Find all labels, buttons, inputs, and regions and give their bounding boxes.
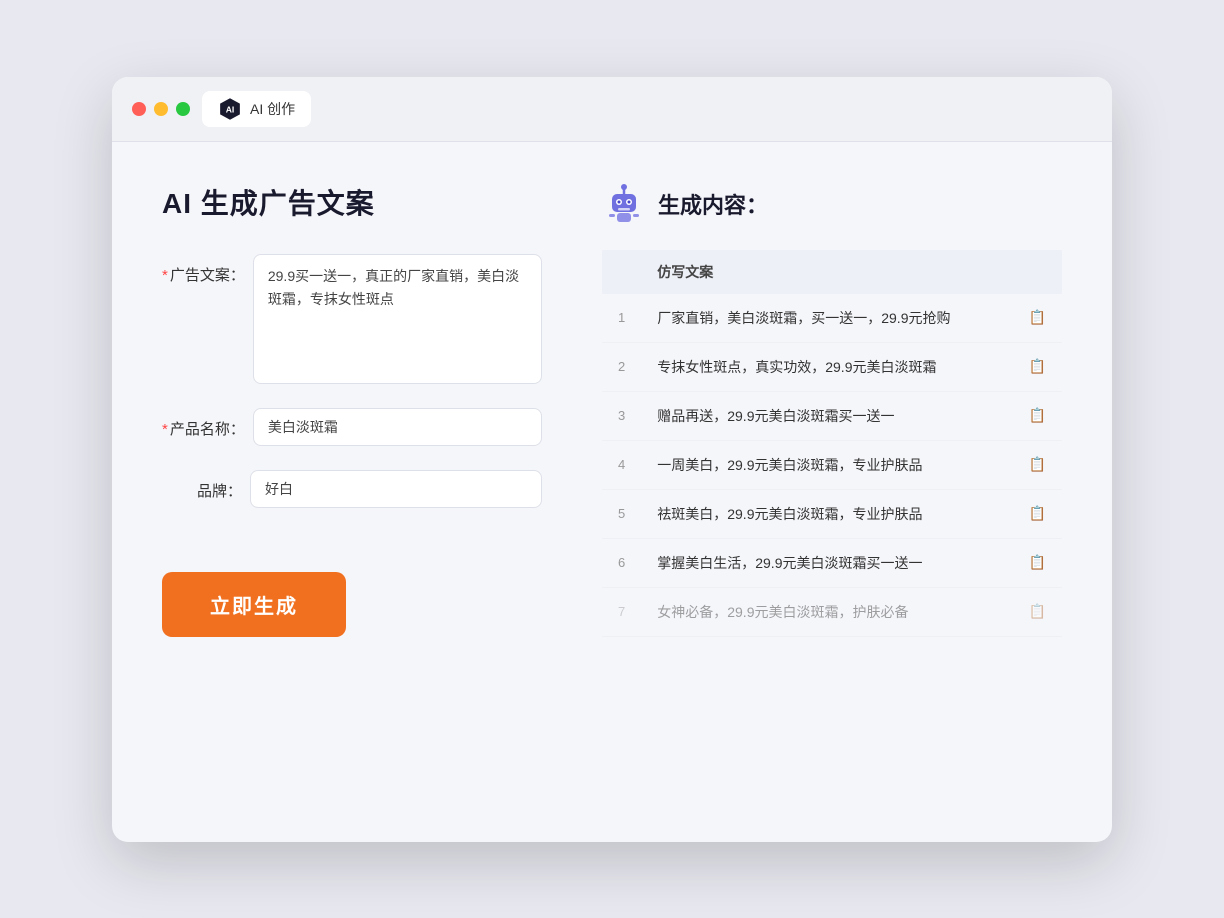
row-number: 5: [602, 489, 641, 538]
right-panel: 生成内容： 仿写文案 1厂家直销，美白淡斑霜，买一送一，29.9元抢购📋2专抹女…: [602, 182, 1062, 802]
generate-button[interactable]: 立即生成: [162, 572, 346, 637]
product-name-input[interactable]: [253, 408, 542, 446]
ad-copy-field-group: *广告文案：: [162, 254, 542, 384]
copy-button[interactable]: 📋: [1006, 294, 1062, 343]
maximize-button[interactable]: [176, 102, 190, 116]
row-text: 赠品再送，29.9元美白淡斑霜买一送一: [641, 391, 1006, 440]
results-table: 仿写文案 1厂家直销，美白淡斑霜，买一送一，29.9元抢购📋2专抹女性斑点，真实…: [602, 250, 1062, 637]
ad-copy-label: *广告文案：: [162, 254, 245, 285]
row-text: 专抹女性斑点，真实功效，29.9元美白淡斑霜: [641, 342, 1006, 391]
table-row: 4一周美白，29.9元美白淡斑霜，专业护肤品📋: [602, 440, 1062, 489]
titlebar: AI AI 创作: [112, 77, 1112, 142]
product-name-label: *产品名称：: [162, 408, 245, 439]
row-text: 祛斑美白，29.9元美白淡斑霜，专业护肤品: [641, 489, 1006, 538]
row-text: 掌握美白生活，29.9元美白淡斑霜买一送一: [641, 538, 1006, 587]
tab-ai-create[interactable]: AI AI 创作: [202, 91, 311, 127]
row-text: 一周美白，29.9元美白淡斑霜，专业护肤品: [641, 440, 1006, 489]
row-number: 1: [602, 294, 641, 343]
ai-tab-icon: AI: [218, 97, 242, 121]
row-text: 女神必备，29.9元美白淡斑霜，护肤必备: [641, 587, 1006, 636]
table-row: 7女神必备，29.9元美白淡斑霜，护肤必备📋: [602, 587, 1062, 636]
table-header-row: 仿写文案: [602, 250, 1062, 294]
page-title: AI 生成广告文案: [162, 182, 542, 222]
minimize-button[interactable]: [154, 102, 168, 116]
copy-button[interactable]: 📋: [1006, 391, 1062, 440]
copy-button[interactable]: 📋: [1006, 489, 1062, 538]
table-row: 2专抹女性斑点，真实功效，29.9元美白淡斑霜📋: [602, 342, 1062, 391]
copy-button[interactable]: 📋: [1006, 342, 1062, 391]
brand-input[interactable]: [250, 470, 542, 508]
row-number: 4: [602, 440, 641, 489]
robot-icon: [602, 182, 646, 226]
table-col-num: [602, 250, 641, 294]
right-header: 生成内容：: [602, 182, 1062, 226]
copy-button[interactable]: 📋: [1006, 440, 1062, 489]
row-number: 2: [602, 342, 641, 391]
table-col-text: 仿写文案: [641, 250, 1006, 294]
browser-window: AI AI 创作 AI 生成广告文案 *广告文案： *产品名称：: [112, 77, 1112, 842]
copy-button[interactable]: 📋: [1006, 538, 1062, 587]
row-number: 6: [602, 538, 641, 587]
brand-field-group: 品牌：: [162, 470, 542, 508]
table-row: 3赠品再送，29.9元美白淡斑霜买一送一📋: [602, 391, 1062, 440]
table-row: 6掌握美白生活，29.9元美白淡斑霜买一送一📋: [602, 538, 1062, 587]
content-area: AI 生成广告文案 *广告文案： *产品名称： 品牌： 立即生成: [112, 142, 1112, 842]
table-col-action: [1006, 250, 1062, 294]
tab-label: AI 创作: [250, 99, 295, 119]
row-number: 7: [602, 587, 641, 636]
svg-text:AI: AI: [226, 104, 235, 114]
product-name-field-group: *产品名称：: [162, 408, 542, 446]
traffic-lights: [132, 102, 190, 116]
brand-label: 品牌：: [162, 470, 242, 501]
product-name-required: *: [162, 421, 168, 438]
ad-copy-input[interactable]: [253, 254, 542, 384]
table-row: 1厂家直销，美白淡斑霜，买一送一，29.9元抢购📋: [602, 294, 1062, 343]
right-title: 生成内容：: [658, 188, 768, 220]
close-button[interactable]: [132, 102, 146, 116]
row-text: 厂家直销，美白淡斑霜，买一送一，29.9元抢购: [641, 294, 1006, 343]
copy-button[interactable]: 📋: [1006, 587, 1062, 636]
table-row: 5祛斑美白，29.9元美白淡斑霜，专业护肤品📋: [602, 489, 1062, 538]
row-number: 3: [602, 391, 641, 440]
left-panel: AI 生成广告文案 *广告文案： *产品名称： 品牌： 立即生成: [162, 182, 542, 802]
ad-copy-required: *: [162, 267, 168, 284]
